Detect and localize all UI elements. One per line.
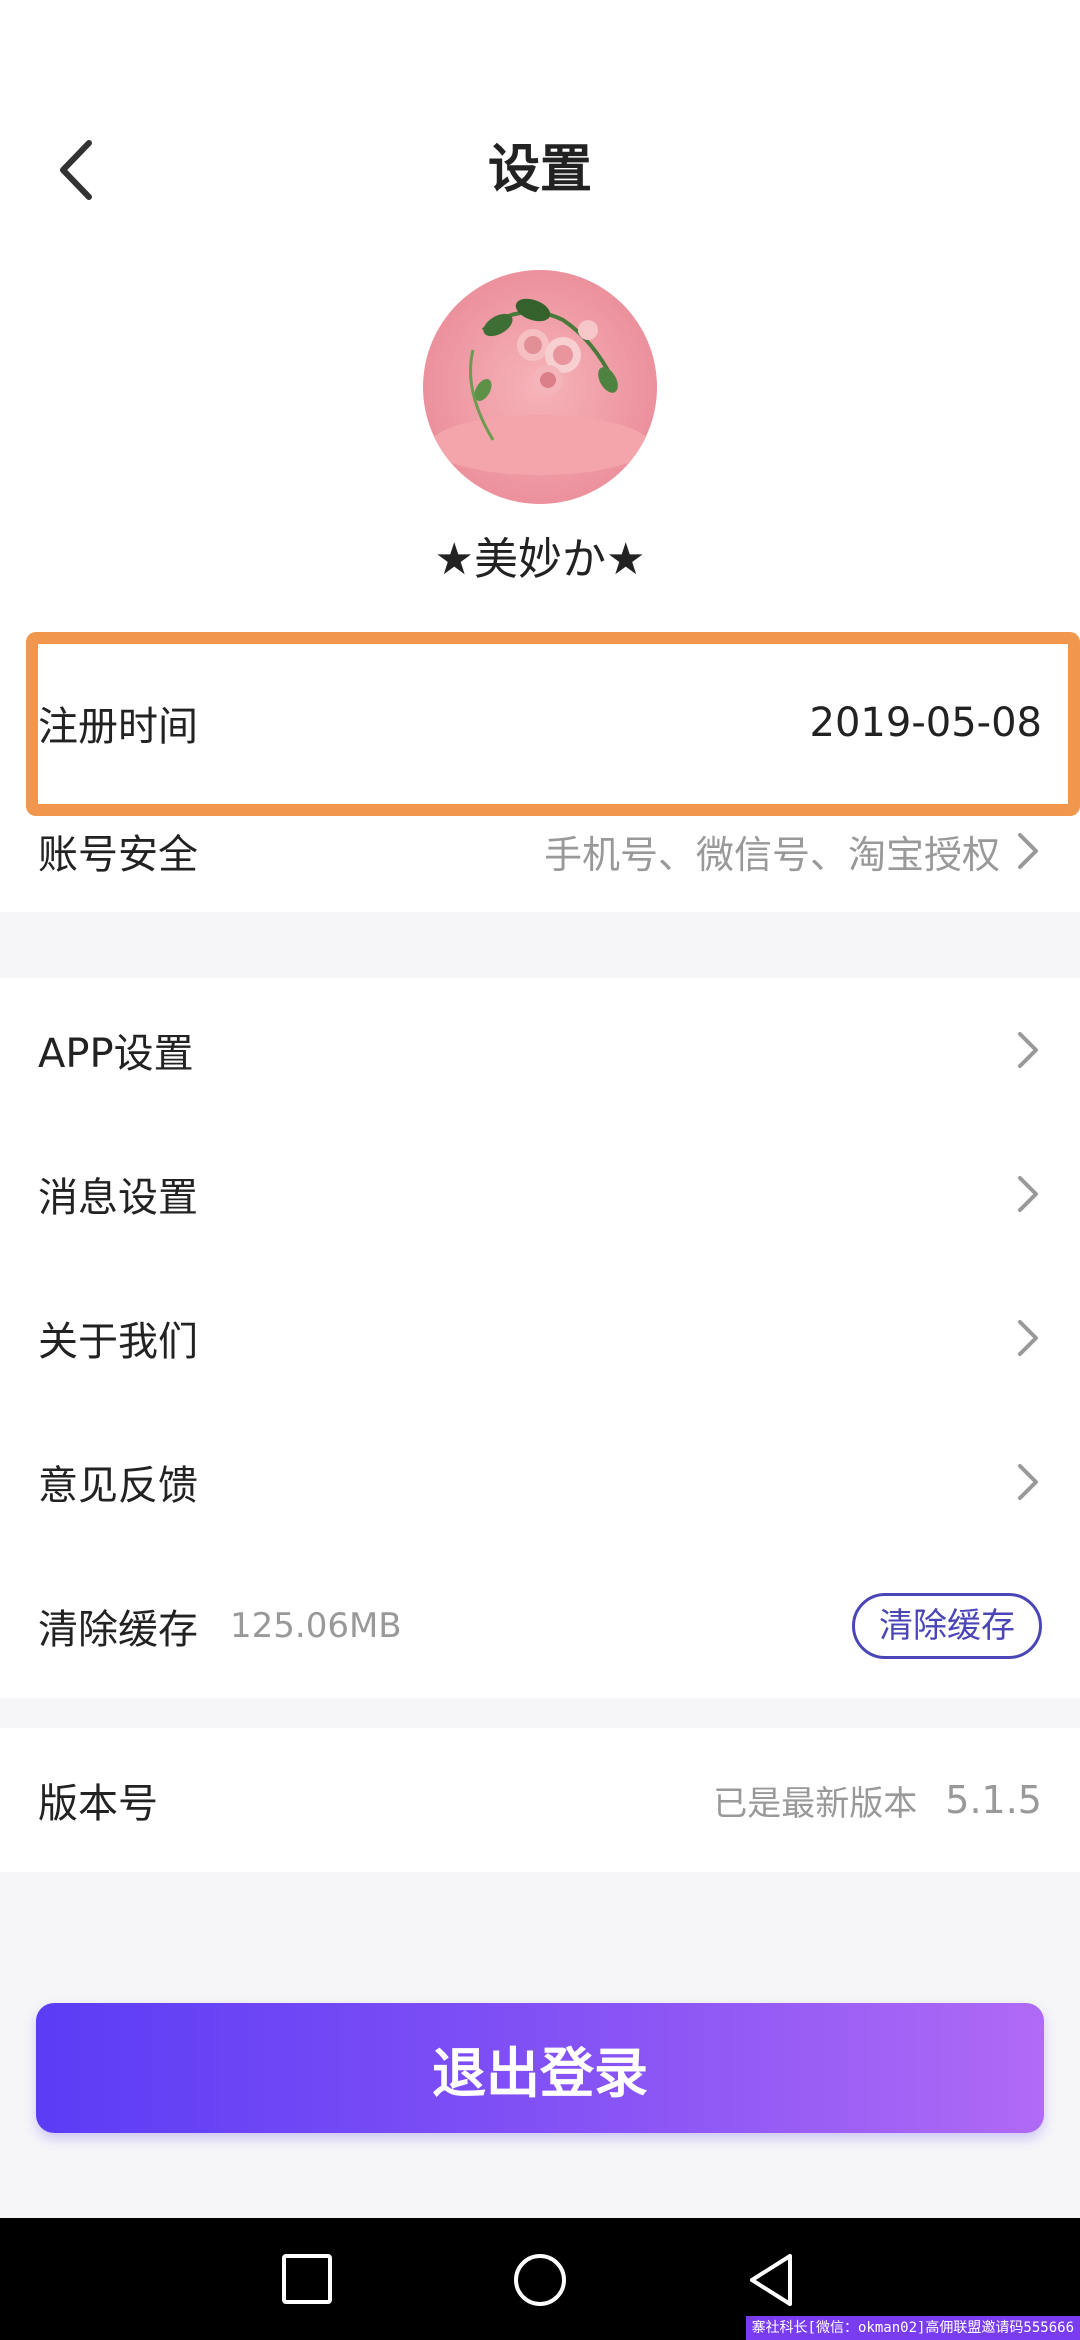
account-security-right: 手机号、微信号、淘宝授权	[544, 824, 1042, 879]
clear-cache-row: 清除缓存 125.06MB 清除缓存	[0, 1554, 1080, 1698]
profile-section: ★美妙か★	[0, 260, 1080, 620]
chevron-right-icon	[1018, 1320, 1038, 1356]
app-settings-label: APP设置	[38, 1031, 194, 1077]
chevron-right-icon	[1018, 833, 1038, 869]
settings-group: APP设置 消息设置 关于我们 意见反馈 清除缓存 125.06MB 清除缓存	[0, 978, 1080, 1698]
feedback-row[interactable]: 意见反馈	[0, 1410, 1080, 1554]
version-group: 版本号 已是最新版本 5.1.5	[0, 1728, 1080, 1872]
chevron-right-icon	[1018, 1032, 1038, 1068]
version-label: 版本号	[38, 1781, 158, 1827]
account-security-value: 手机号、微信号、淘宝授权	[543, 832, 1000, 877]
cache-size: 125.06MB	[230, 1606, 402, 1646]
message-settings-row[interactable]: 消息设置	[0, 1122, 1080, 1266]
highlight-box	[26, 632, 1080, 816]
app-settings-row[interactable]: APP设置	[0, 978, 1080, 1122]
about-us-row[interactable]: 关于我们	[0, 1266, 1080, 1410]
clear-cache-label: 清除缓存	[38, 1607, 198, 1653]
feedback-label: 意见反馈	[38, 1463, 198, 1509]
logout-button[interactable]: 退出登录	[36, 2003, 1044, 2133]
page-title: 设置	[487, 140, 592, 200]
version-number: 5.1.5	[945, 1778, 1042, 1822]
account-security-label: 账号安全	[38, 832, 198, 878]
chevron-right-icon	[1018, 1464, 1038, 1500]
avatar[interactable]	[423, 270, 657, 504]
avatar-image	[423, 270, 657, 504]
circle-icon[interactable]	[502, 2242, 578, 2318]
about-us-label: 关于我们	[38, 1319, 198, 1365]
triangle-icon[interactable]	[734, 2242, 810, 2318]
settings-page: 设置 ★美妙か★ 注册时间 2019-05-08 账号安全 手机号、微信号、淘宝…	[0, 0, 1080, 2340]
version-row: 版本号 已是最新版本 5.1.5	[0, 1728, 1080, 1872]
message-settings-label: 消息设置	[38, 1175, 198, 1221]
nickname: ★美妙か★	[434, 534, 646, 585]
chevron-right-icon	[1018, 1176, 1038, 1212]
version-status: 已是最新版本	[713, 1783, 918, 1824]
watermark: 寨社科长[微信：okman02]高佣联盟邀请码555666	[745, 2316, 1080, 2340]
header: 设置	[0, 0, 1080, 260]
square-icon[interactable]	[270, 2242, 346, 2318]
clear-cache-button[interactable]: 清除缓存	[852, 1593, 1042, 1659]
navigation-bar: 寨社科长[微信：okman02]高佣联盟邀请码555666	[0, 2218, 1080, 2340]
